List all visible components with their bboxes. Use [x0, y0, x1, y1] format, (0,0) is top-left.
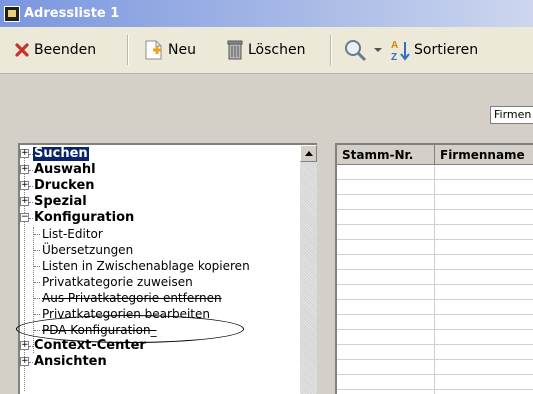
grid-cell[interactable]	[337, 255, 435, 270]
column-header-stamm-nr[interactable]: Stamm-Nr.	[337, 145, 435, 165]
tree-connector	[34, 266, 40, 267]
new-button[interactable]: Neu	[142, 27, 196, 73]
grid-cell[interactable]	[337, 390, 435, 394]
close-x-icon	[15, 43, 29, 57]
tree-connector	[29, 362, 33, 363]
tree-item-label: Übersetzungen	[42, 243, 134, 257]
grid-cell[interactable]	[337, 180, 435, 195]
tree-item-label: PDA Konfiguration_	[42, 323, 157, 337]
close-button-label: Beenden	[34, 42, 97, 58]
expand-plus-icon[interactable]: +	[20, 197, 29, 206]
grid-cell[interactable]	[435, 240, 533, 255]
tree-item-label: Suchen	[33, 146, 89, 161]
tree-item-label: Auswahl	[34, 162, 96, 177]
grid-cell[interactable]	[435, 315, 533, 330]
search-dropdown-button[interactable]	[343, 27, 383, 73]
grid-cell[interactable]	[337, 210, 435, 225]
grid-cell[interactable]	[435, 345, 533, 360]
window-title: Adressliste 1	[24, 6, 120, 21]
list-type-combobox[interactable]: Firmen	[490, 106, 533, 124]
tree-item-label: Context-Center	[34, 338, 146, 353]
expand-plus-icon[interactable]: +	[20, 357, 29, 366]
grid-cell[interactable]	[337, 240, 435, 255]
tree-item-label: Ansichten	[34, 354, 107, 369]
new-button-label: Neu	[168, 42, 196, 58]
grid-cell[interactable]	[337, 165, 435, 180]
sort-az-icon: A Z	[391, 40, 410, 62]
grid-cell[interactable]	[435, 300, 533, 315]
new-document-icon	[145, 40, 162, 60]
toolbar-separator	[330, 35, 332, 65]
window-title-bar[interactable]: Adressliste 1	[0, 0, 533, 27]
tree-vertical-scrollbar[interactable]	[300, 145, 317, 394]
sort-button-label: Sortieren	[414, 42, 479, 58]
grid-cell[interactable]	[435, 255, 533, 270]
grid-cell[interactable]	[435, 195, 533, 210]
tree-connector	[34, 330, 40, 331]
close-button[interactable]: Beenden	[14, 27, 96, 73]
tree-connector	[29, 218, 33, 219]
grid-cell[interactable]	[337, 360, 435, 375]
grid-cell[interactable]	[435, 390, 533, 394]
expand-plus-icon[interactable]: +	[20, 165, 29, 174]
expand-plus-icon[interactable]: +	[20, 149, 29, 158]
grid-cell[interactable]	[337, 285, 435, 300]
app-icon	[4, 5, 20, 22]
grid-cell[interactable]	[337, 375, 435, 390]
grid-cell[interactable]	[435, 360, 533, 375]
expand-plus-icon[interactable]: +	[20, 341, 29, 350]
tree-connector	[29, 346, 33, 347]
grid-cell[interactable]	[337, 300, 435, 315]
tree-item-label: Privatkategorien bearbeiten	[42, 307, 210, 321]
address-grid[interactable]: Stamm-Nr. Firmenname	[335, 143, 533, 394]
tree-connector	[33, 227, 34, 353]
grid-cell[interactable]	[435, 225, 533, 240]
tree-item-label: Drucken	[34, 178, 95, 193]
expand-plus-icon[interactable]: +	[20, 181, 29, 190]
grid-cell[interactable]	[435, 210, 533, 225]
tree-connector	[29, 170, 33, 171]
grid-cell[interactable]	[435, 165, 533, 180]
grid-cell[interactable]	[435, 270, 533, 285]
grid-cell[interactable]	[337, 330, 435, 345]
grid-cell[interactable]	[337, 195, 435, 210]
trash-bin-icon	[227, 40, 243, 60]
tree-item-label: Spezial	[34, 194, 87, 209]
tree-item-label: Privatkategorie zuweisen	[42, 275, 193, 289]
delete-button-label: Löschen	[248, 42, 306, 58]
tree-connector	[29, 202, 33, 203]
svg-text:A: A	[391, 40, 398, 51]
filter-bar: Firmen	[0, 74, 533, 124]
tree-connector	[34, 282, 40, 283]
tree-item-label: Aus Privatkategorie entfernen	[42, 291, 222, 305]
grid-cell[interactable]	[435, 375, 533, 390]
toolbar: Beenden Neu Löschen A Z Sortieren	[0, 27, 533, 74]
grid-cell[interactable]	[337, 225, 435, 240]
grid-cell[interactable]	[435, 330, 533, 345]
magnifier-icon	[345, 40, 367, 62]
tree-connector	[29, 186, 33, 187]
navigation-tree[interactable]: + Suchen + Auswahl + Drucken + Spezial −…	[18, 143, 317, 394]
tree-connector	[34, 298, 40, 299]
chevron-down-icon	[374, 48, 382, 52]
grid-cell[interactable]	[435, 180, 533, 195]
sort-button[interactable]: A Z Sortieren	[390, 27, 478, 73]
tree-item-label: Konfiguration	[34, 210, 135, 225]
grid-cell[interactable]	[435, 285, 533, 300]
grid-cell[interactable]	[337, 315, 435, 330]
grid-cell[interactable]	[337, 345, 435, 360]
tree-connector	[34, 250, 40, 251]
collapse-minus-icon[interactable]: −	[20, 213, 29, 222]
delete-button[interactable]: Löschen	[226, 27, 305, 73]
grid-cell[interactable]	[337, 270, 435, 285]
toolbar-separator	[127, 35, 129, 65]
svg-text:Z: Z	[391, 52, 397, 62]
tree-item-label: List-Editor	[42, 227, 103, 241]
tree-connector	[34, 234, 40, 235]
tree-connector	[34, 314, 40, 315]
column-header-firmenname[interactable]: Firmenname	[435, 145, 533, 165]
tree-item-label: Listen in Zwischenablage kopieren	[42, 259, 250, 273]
scroll-up-arrow-icon[interactable]	[300, 145, 317, 162]
